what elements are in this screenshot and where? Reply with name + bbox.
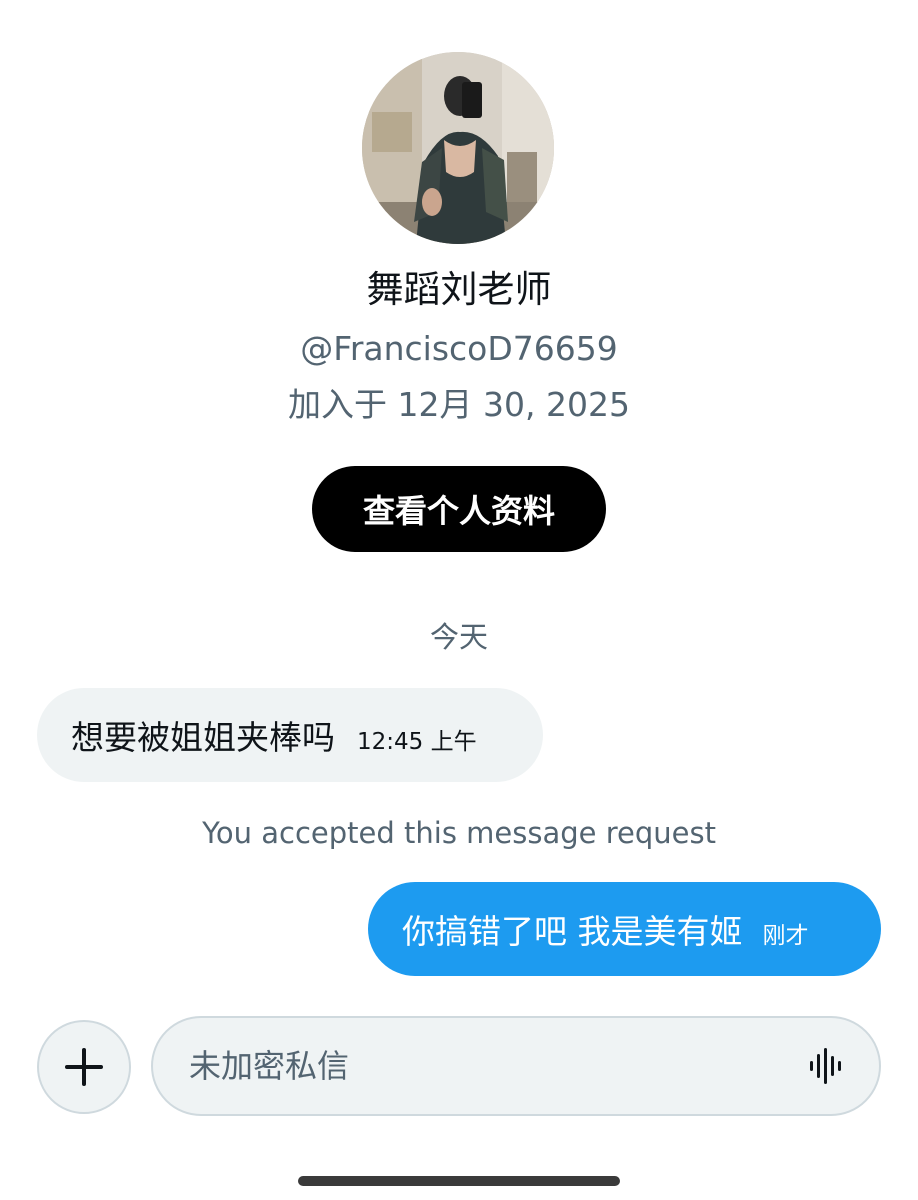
- message-composer: [151, 1016, 881, 1116]
- outgoing-message-time: 刚才: [762, 923, 809, 949]
- profile-avatar[interactable]: [362, 52, 554, 244]
- outgoing-message-bubble[interactable]: 你搞错了吧 我是美有姬 刚才: [368, 882, 881, 976]
- outgoing-message-text: 你搞错了吧 我是美有姬: [402, 912, 743, 951]
- plus-icon: [65, 1048, 103, 1086]
- profile-joined-date: 加入于 12月 30, 2025: [288, 385, 630, 424]
- incoming-message-text: 想要被姐姐夹棒吗: [71, 718, 335, 757]
- message-input[interactable]: [189, 1018, 789, 1114]
- incoming-message-bubble[interactable]: 想要被姐姐夹棒吗 12:45 上午: [37, 688, 543, 782]
- home-indicator[interactable]: [298, 1176, 620, 1186]
- voice-message-button[interactable]: [805, 1044, 849, 1088]
- voice-waveform-icon: [810, 1048, 841, 1084]
- incoming-message-time: 12:45 上午: [357, 729, 477, 755]
- profile-display-name: 舞蹈刘老师: [366, 268, 552, 311]
- view-profile-button[interactable]: 查看个人资料: [312, 466, 606, 552]
- avatar-photo: [362, 52, 554, 244]
- profile-handle: @FranciscoD76659: [300, 329, 618, 368]
- date-separator: 今天: [429, 620, 488, 654]
- add-media-button[interactable]: [37, 1020, 131, 1114]
- message-request-accepted-note: You accepted this message request: [202, 816, 716, 850]
